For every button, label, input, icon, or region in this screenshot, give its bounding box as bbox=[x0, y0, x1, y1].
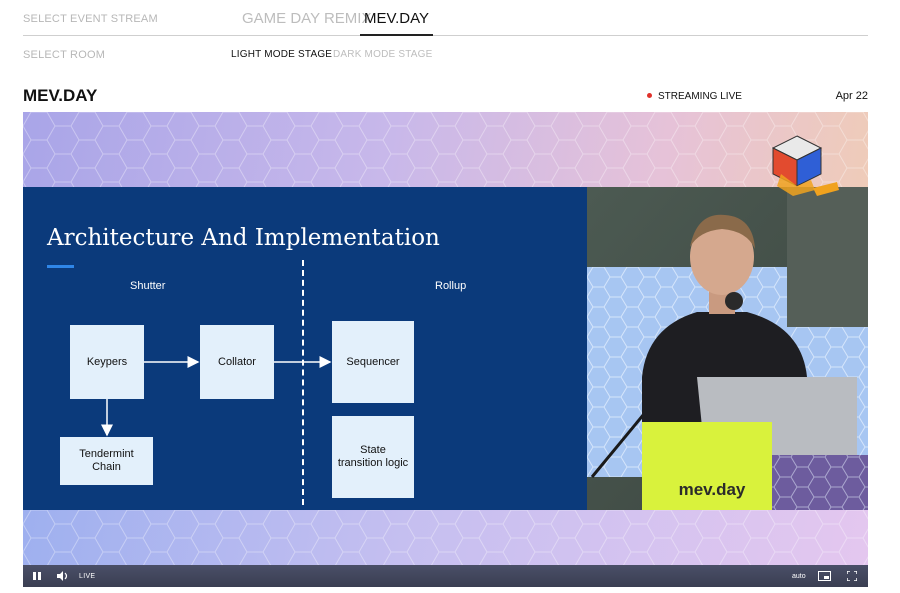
speaker-camera-feed: mev.day bbox=[587, 187, 868, 510]
picture-in-picture-icon bbox=[818, 571, 831, 581]
speaker-scene-image: mev.day bbox=[587, 187, 868, 510]
pause-button[interactable] bbox=[32, 565, 42, 587]
tab-game-day-remix[interactable]: GAME DAY REMIX bbox=[242, 10, 371, 27]
diagram-box-sequencer: Sequencer bbox=[332, 321, 414, 403]
box-label: Collator bbox=[218, 355, 256, 368]
diagram-box-state-transition: State transition logic bbox=[332, 416, 414, 498]
live-status-text: STREAMING LIVE bbox=[658, 91, 742, 102]
event-stream-selector: SELECT EVENT STREAM GAME DAY REMIX MEV.D… bbox=[23, 0, 868, 36]
fullscreen-button[interactable] bbox=[847, 565, 857, 587]
box-label: Keypers bbox=[86, 355, 128, 368]
tab-mev-day[interactable]: MEV.DAY bbox=[360, 10, 433, 36]
player-control-bar: LIVE auto bbox=[23, 565, 868, 587]
live-dot-icon bbox=[647, 93, 652, 98]
diagram-box-keypers: Keypers bbox=[70, 325, 144, 399]
box-label-line: Chain bbox=[92, 461, 121, 473]
quality-selector[interactable]: auto bbox=[792, 565, 806, 587]
box-label: State transition logic bbox=[338, 444, 408, 470]
presentation-slide: Architecture And Implementation Shutter … bbox=[23, 187, 587, 510]
box-label-line: State bbox=[360, 444, 386, 456]
select-event-stream-label: SELECT EVENT STREAM bbox=[23, 13, 158, 25]
event-date: Apr 22 bbox=[835, 90, 868, 102]
hex-background-pattern bbox=[23, 112, 868, 187]
podium-label: mev.day bbox=[679, 480, 746, 499]
box-label-line: Tendermint bbox=[79, 448, 134, 460]
event-title: MEV.DAY bbox=[23, 86, 98, 105]
volume-button[interactable] bbox=[56, 565, 70, 587]
video-player[interactable]: Architecture And Implementation Shutter … bbox=[23, 112, 868, 587]
volume-icon bbox=[57, 571, 68, 581]
hex-background-pattern-bottom bbox=[23, 510, 868, 565]
room-dark-mode-stage[interactable]: DARK MODE STAGE bbox=[333, 49, 433, 60]
room-light-mode-stage[interactable]: LIGHT MODE STAGE bbox=[231, 49, 332, 60]
pause-icon bbox=[33, 572, 41, 580]
room-selector: SELECT ROOM LIGHT MODE STAGE DARK MODE S… bbox=[23, 46, 868, 62]
box-label: Tendermint Chain bbox=[79, 448, 133, 474]
picture-in-picture-button[interactable] bbox=[818, 565, 831, 587]
fullscreen-icon bbox=[847, 571, 857, 581]
live-status: STREAMING LIVE bbox=[647, 91, 742, 102]
conference-cube-logo-icon bbox=[771, 135, 839, 196]
box-label: Sequencer bbox=[346, 355, 400, 368]
live-indicator: LIVE bbox=[79, 572, 96, 580]
box-label-line: transition logic bbox=[337, 457, 409, 469]
event-header: MEV.DAY STREAMING LIVE Apr 22 bbox=[23, 86, 868, 108]
select-room-label: SELECT ROOM bbox=[23, 49, 106, 61]
diagram-box-collator: Collator bbox=[200, 325, 274, 399]
diagram-box-tendermint-chain: Tendermint Chain bbox=[60, 437, 153, 485]
